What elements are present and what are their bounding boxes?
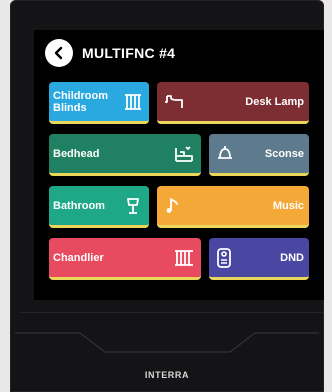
back-button[interactable]	[45, 39, 73, 67]
brand-logo: INTERRA	[144, 370, 190, 380]
header: MULTIFNC #4	[45, 38, 175, 68]
tile-label: Bedhead	[53, 147, 100, 160]
tile-music[interactable]: Music	[157, 186, 309, 228]
tile-dnd[interactable]: DND	[209, 238, 309, 280]
page-title: MULTIFNC #4	[82, 45, 176, 61]
touch-screen: MULTIFNC #4 Childroom Blinds Desk Lamp B…	[34, 30, 324, 300]
tile-bedhead[interactable]: Bedhead	[49, 134, 201, 176]
bezel-divider	[20, 312, 324, 313]
tile-chandlier[interactable]: Chandlier	[49, 238, 201, 280]
back-arrow-icon	[54, 46, 63, 60]
device-panel: MULTIFNC #4 Childroom Blinds Desk Lamp B…	[10, 0, 324, 392]
tile-childroom-blinds[interactable]: Childroom Blinds	[49, 82, 149, 124]
bezel-contour	[15, 332, 319, 353]
music-note-icon	[163, 196, 183, 216]
tile-label: Music	[272, 199, 304, 212]
tile-label: Desk Lamp	[245, 95, 304, 108]
bell-lamp-icon	[215, 144, 235, 164]
floor-lamp-icon	[123, 196, 143, 216]
tile-label: Bathroom	[53, 199, 105, 212]
desk-lamp-icon	[163, 92, 185, 112]
tile-label-line1: Childroom	[53, 89, 108, 102]
tile-desk-lamp[interactable]: Desk Lamp	[157, 82, 309, 124]
tile-label-line2: Blinds	[53, 101, 87, 114]
tile-label: Childroom Blinds	[53, 90, 108, 114]
bed-icon	[173, 144, 195, 164]
tile-sconse[interactable]: Sconse	[209, 134, 309, 176]
tile-bathroom[interactable]: Bathroom	[49, 186, 149, 228]
tile-label: Sconse	[264, 147, 304, 160]
blinds-icon	[123, 92, 143, 112]
tile-label: Chandlier	[53, 251, 104, 264]
door-hanger-icon	[215, 247, 233, 269]
curtain-icon	[173, 248, 195, 268]
tile-label: DND	[280, 251, 304, 264]
